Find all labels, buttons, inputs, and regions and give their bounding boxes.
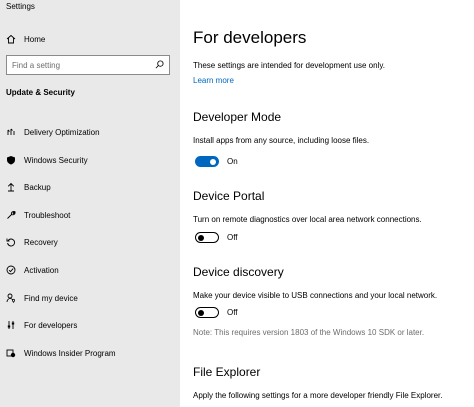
device-portal-description: Turn on remote diagnostics over local ar… <box>193 215 422 224</box>
developer-mode-heading: Developer Mode <box>193 110 282 124</box>
search-placeholder: Find a setting <box>12 60 61 70</box>
toggle-knob <box>210 158 216 165</box>
sidebar-item-troubleshoot[interactable]: Troubleshoot <box>0 204 180 226</box>
sidebar-item-label: Activation <box>24 265 59 275</box>
device-portal-state: Off <box>227 233 238 242</box>
developer-mode-state: On <box>227 157 238 166</box>
sidebar-item-label: Backup <box>24 182 51 192</box>
developer-sliders-icon <box>6 320 16 330</box>
sidebar-item-backup[interactable]: Backup <box>0 176 180 198</box>
device-discovery-state: Off <box>227 308 238 317</box>
toggle-knob <box>198 234 204 241</box>
device-portal-heading: Device Portal <box>193 189 265 203</box>
search-icon[interactable] <box>155 56 164 74</box>
shield-icon <box>6 155 16 165</box>
sidebar-item-windows-insider-program[interactable]: Windows Insider Program <box>0 342 180 364</box>
search-input[interactable]: Find a setting <box>6 55 170 75</box>
sidebar-item-label: Windows Insider Program <box>24 348 116 358</box>
sidebar-item-delivery-optimization[interactable]: Delivery Optimization <box>0 121 180 143</box>
nav-home-label: Home <box>24 34 46 44</box>
sidebar-item-for-developers[interactable]: For developers <box>0 314 180 336</box>
device-discovery-note: Note: This requires version 1803 of the … <box>193 328 425 337</box>
page-title: For developers <box>193 28 307 47</box>
device-portal-toggle[interactable] <box>195 232 219 243</box>
sidebar-item-label: Recovery <box>24 237 58 247</box>
device-discovery-toggle-row: Off <box>195 307 238 318</box>
developer-mode-toggle[interactable] <box>195 156 219 167</box>
toggle-knob <box>198 309 204 316</box>
insider-icon <box>6 348 16 358</box>
main-content: For developers These settings are intend… <box>180 0 474 407</box>
activation-check-icon <box>6 265 16 275</box>
sidebar-item-windows-security[interactable]: Windows Security <box>0 149 180 171</box>
window-title: Settings <box>6 2 35 11</box>
settings-sidebar: Settings Home Find a setting Update & Se… <box>0 0 180 407</box>
file-explorer-description: Apply the following settings for a more … <box>193 391 443 400</box>
sidebar-item-label: For developers <box>24 320 78 330</box>
device-discovery-toggle[interactable] <box>195 307 219 318</box>
learn-more-link[interactable]: Learn more <box>193 76 234 85</box>
sidebar-item-label: Windows Security <box>24 155 88 165</box>
wrench-icon <box>6 210 16 220</box>
device-portal-toggle-row: Off <box>195 232 238 243</box>
device-discovery-heading: Device discovery <box>193 265 284 279</box>
person-location-icon <box>6 293 16 303</box>
sidebar-item-activation[interactable]: Activation <box>0 259 180 281</box>
delivery-optimization-icon <box>6 127 16 137</box>
backup-arrow-icon <box>6 182 16 192</box>
sidebar-item-label: Troubleshoot <box>24 210 71 220</box>
sidebar-item-find-my-device[interactable]: Find my device <box>0 287 180 309</box>
recovery-icon <box>6 237 16 247</box>
nav-home[interactable]: Home <box>0 28 180 50</box>
developer-mode-description: Install apps from any source, including … <box>193 136 370 145</box>
sidebar-item-label: Find my device <box>24 293 78 303</box>
sidebar-item-label: Delivery Optimization <box>24 127 100 137</box>
file-explorer-heading: File Explorer <box>193 365 261 379</box>
device-discovery-description: Make your device visible to USB connecti… <box>193 291 438 300</box>
home-icon <box>6 34 16 44</box>
section-title: Update & Security <box>6 88 75 97</box>
sidebar-item-recovery[interactable]: Recovery <box>0 231 180 253</box>
page-intro: These settings are intended for developm… <box>193 61 385 70</box>
developer-mode-toggle-row: On <box>195 156 238 167</box>
